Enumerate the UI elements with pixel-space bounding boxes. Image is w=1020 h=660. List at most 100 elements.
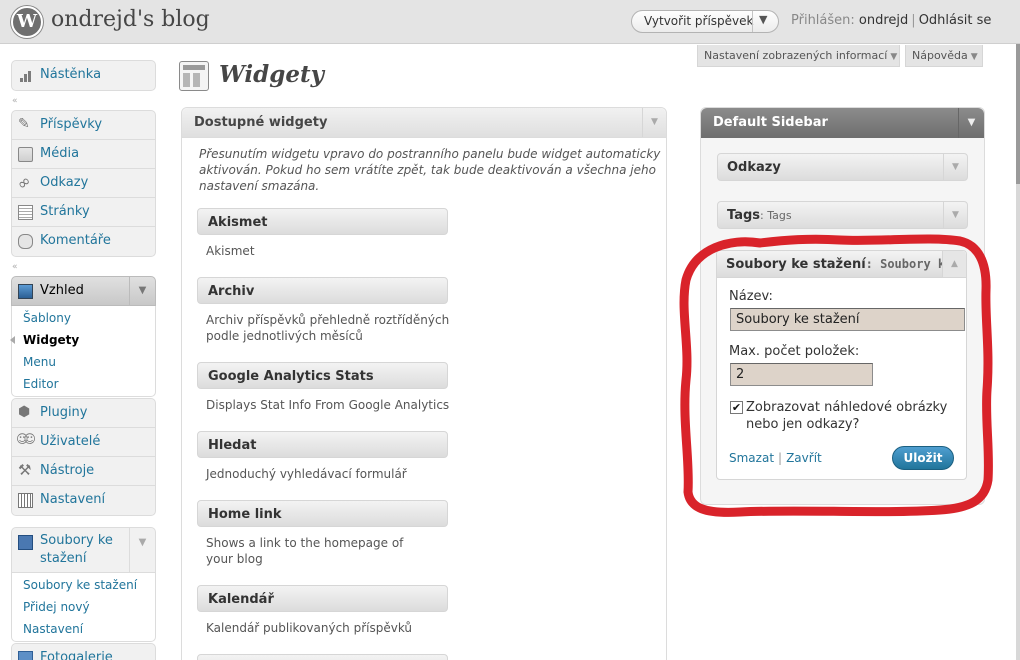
submenu-item-widgets[interactable]: Widgety (10, 329, 155, 351)
sidebar-widget[interactable]: Odkazy ▼ (717, 153, 968, 181)
screen-options-label: Nastavení zobrazených informací (704, 49, 888, 62)
page-scrollbar[interactable] (1016, 44, 1020, 660)
name-label: Název: (729, 289, 773, 304)
widget-title[interactable]: Home link (197, 500, 448, 527)
delete-link[interactable]: Smazat (729, 451, 774, 465)
menu-item-users[interactable]: Uživatelé (12, 428, 155, 457)
max-items-input[interactable] (730, 363, 873, 386)
menu-item-pages[interactable]: Stránky (12, 198, 155, 227)
widget-description: Archiv příspěvků přehledně roztříděných … (206, 313, 450, 343)
available-widgets-panel: Dostupné widgety ▼ Přesunutím widgetu vp… (181, 107, 667, 660)
widget-name: Soubory ke stažení (726, 257, 866, 272)
scrollbar-thumb[interactable] (1016, 44, 1020, 184)
help-tab[interactable]: Nápověda ▼ (905, 45, 983, 67)
settings-icon (18, 493, 33, 508)
submenu-item-menus[interactable]: Menu (12, 351, 155, 373)
submenu-item-add-new[interactable]: Přidej nový (12, 596, 155, 618)
panel-title: Dostupné widgety (194, 115, 328, 130)
available-widgets-header[interactable]: Dostupné widgety ▼ (182, 108, 666, 138)
login-prefix: Přihlášen: (791, 13, 855, 28)
tools-icon (18, 461, 33, 479)
widget-description: Displays Stat Info From Google Analytics (206, 398, 450, 412)
widget-collapse-icon[interactable]: ▲ (942, 251, 966, 277)
widget-description: Kalendář publikovaných příspěvků (206, 621, 413, 635)
menu-item-comments[interactable]: Komentáře (12, 227, 155, 256)
name-input[interactable] (730, 308, 965, 331)
sidebar-widget[interactable]: Tags: Tags ▼ (717, 201, 968, 229)
show-thumbnails-label: Zobrazovat náhledové obrázky nebo jen od… (746, 400, 948, 432)
appearance-submenu: Šablony Widgety Menu Editor (10, 306, 156, 397)
widget-item: Kalendář Kalendář publikovaných příspěvk… (197, 585, 448, 636)
menu-item-dashboard[interactable]: Nástěnka (12, 61, 155, 90)
widget-title[interactable]: Kalendář (197, 585, 448, 612)
menu-label: Odkazy (40, 175, 89, 190)
widget-item: Archiv Archiv příspěvků přehledně roztří… (197, 277, 449, 344)
menu-group-downloads: Soubory ke stažení ▼ Soubory ke stažení … (11, 527, 156, 642)
widget-title: Tags: Tags (727, 208, 792, 223)
menu-item-tools[interactable]: Nástroje (12, 457, 155, 486)
menu-item-posts[interactable]: Příspěvky (12, 111, 155, 140)
menu-label: Soubory ke stažení (40, 533, 113, 566)
username-link[interactable]: ondrejd (859, 13, 908, 28)
widget-title[interactable]: Akismet (197, 208, 448, 235)
widget-title[interactable] (197, 654, 448, 660)
collapse-toggle-icon[interactable]: ▼ (642, 108, 666, 137)
downloads-widget-form: Soubory ke stažení: Soubory ke s ▲ Název… (716, 250, 967, 480)
new-post-button[interactable]: Vytvořit příspěvek ▼ (631, 10, 779, 33)
menu-item-gallery[interactable]: Fotogalerie (12, 644, 155, 660)
menu-label: Vzhled (40, 283, 84, 298)
menu-label: Nástroje (40, 463, 95, 478)
users-icon (16, 432, 33, 450)
widget-description: Jednoduchý vyhledávací formulář (206, 467, 407, 481)
menu-label: Stránky (40, 204, 90, 219)
submenu-toggle-icon[interactable]: ▼ (129, 528, 155, 572)
submenu-item-settings[interactable]: Nastavení (12, 618, 155, 640)
menu-item-settings[interactable]: Nastavení (12, 486, 155, 515)
blog-title[interactable]: ondrejd's blog (51, 7, 210, 32)
dropdown-arrow-icon: ▼ (890, 52, 898, 62)
menu-label: Komentáře (40, 233, 111, 248)
submenu-item-editor[interactable]: Editor (12, 373, 155, 395)
submenu-item-themes[interactable]: Šablony (12, 307, 155, 329)
collapse-toggle-icon[interactable]: ▼ (958, 108, 984, 138)
collapse-arrows-icon[interactable]: « (12, 262, 18, 272)
submenu-toggle-icon[interactable]: ▼ (129, 277, 155, 305)
admin-header: W ondrejd's blog Vytvořit příspěvek ▼ Př… (0, 0, 1020, 44)
widget-name: Tags (727, 208, 761, 223)
menu-item-media[interactable]: Média (12, 140, 155, 169)
widget-name: Odkazy (727, 160, 781, 175)
menu-separator: « (11, 91, 156, 110)
widget-title[interactable]: Google Analytics Stats (197, 362, 448, 389)
help-label: Nápověda (912, 49, 968, 62)
downloads-submenu: Soubory ke stažení Přidej nový Nastavení (11, 573, 156, 642)
dropdown-arrow-icon[interactable]: ▼ (759, 13, 767, 26)
sidebar-header[interactable]: Default Sidebar ▼ (701, 108, 984, 138)
widget-title[interactable]: Archiv (197, 277, 448, 304)
menu-item-appearance[interactable]: Vzhled ▼ (11, 276, 156, 306)
page-title: Widgety (219, 61, 324, 88)
widget-header[interactable]: Soubory ke stažení: Soubory ke s ▲ (717, 251, 966, 278)
comment-icon (18, 234, 33, 249)
widget-title[interactable]: Hledat (197, 431, 448, 458)
dashboard-icon (18, 68, 33, 83)
menu-label: Uživatelé (40, 434, 101, 449)
logout-link[interactable]: Odhlásit se (919, 13, 992, 28)
wordpress-logo-icon[interactable]: W (11, 6, 43, 38)
new-post-label: Vytvořit příspěvek (644, 14, 754, 28)
menu-item-links[interactable]: Odkazy (12, 169, 155, 198)
save-button[interactable]: Uložit (892, 446, 954, 470)
admin-menu: Nástěnka « Příspěvky Média Odkazy Stránk… (10, 60, 156, 660)
menu-item-plugins[interactable]: Pluginy (12, 399, 155, 428)
show-thumbnails-checkbox[interactable]: ✔ (730, 401, 743, 414)
widget-title: Soubory ke stažení: Soubory ke s (726, 257, 966, 272)
widget-expand-icon[interactable]: ▼ (943, 202, 967, 228)
menu-label: Pluginy (40, 405, 88, 420)
floppy-disk-icon (18, 535, 33, 550)
collapse-arrows-icon[interactable]: « (12, 96, 18, 106)
screen-options-tab[interactable]: Nastavení zobrazených informací ▼ (697, 45, 900, 67)
close-link[interactable]: Zavřít (786, 451, 822, 465)
pushpin-icon (18, 116, 33, 133)
submenu-item-downloads[interactable]: Soubory ke stažení (12, 574, 155, 596)
widget-expand-icon[interactable]: ▼ (943, 154, 967, 180)
menu-item-downloads[interactable]: Soubory ke stažení ▼ (11, 527, 156, 573)
